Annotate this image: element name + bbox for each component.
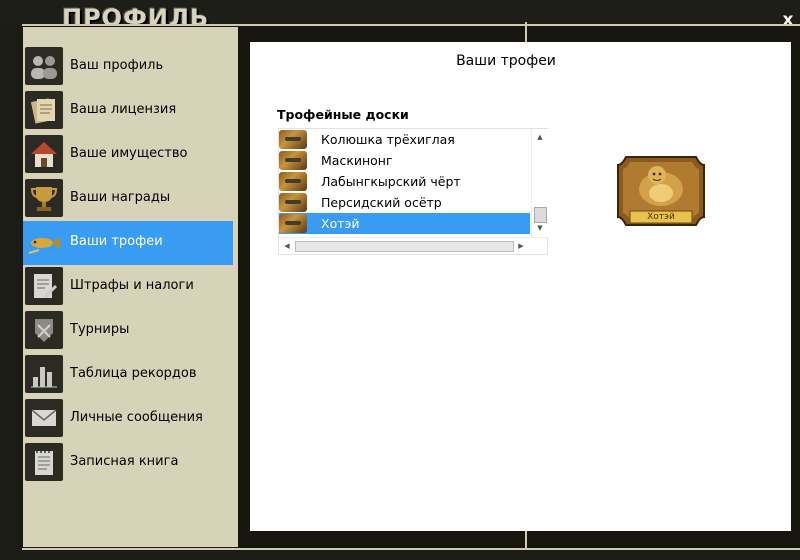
scrollbar-thumb[interactable] (534, 207, 547, 223)
sidebar-item-profile[interactable]: Ваш профиль (23, 45, 233, 89)
sidebar-item-trophies[interactable]: Ваши трофеи (23, 221, 233, 265)
frame-divider (22, 24, 525, 26)
trophy-preview: Хотэй (616, 153, 706, 229)
scroll-left-icon[interactable]: ◀ (282, 241, 292, 251)
sidebar-item-tournaments[interactable]: Турниры (23, 309, 233, 353)
notebook-icon (25, 443, 63, 481)
tournament-icon (25, 311, 63, 349)
sidebar-item-license[interactable]: Ваша лицензия (23, 89, 233, 133)
trophy-board-icon (279, 151, 307, 170)
sidebar-item-label: Таблица рекордов (70, 366, 197, 381)
sidebar-item-label: Ваши трофеи (70, 234, 163, 249)
list-item-label: Хотэй (321, 216, 360, 231)
trophy-list[interactable]: Колюшка трёхиглая Маскинонг Лабынгкырски… (278, 128, 548, 255)
vertical-scrollbar[interactable]: ▲ ▼ (531, 129, 548, 237)
title-bar: ПРОФИЛЬ x (0, 0, 800, 30)
cup-icon (25, 179, 63, 217)
sidebar-item-property[interactable]: Ваше имущество (23, 133, 233, 177)
sidebar-item-notebook[interactable]: Записная книга (23, 441, 233, 485)
trophy-board-icon (279, 214, 307, 233)
trophy-board-icon (279, 130, 307, 149)
list-item[interactable]: Лабынгкырский чёрт (279, 171, 530, 192)
sidebar-item-awards[interactable]: Ваши награды (23, 177, 233, 221)
list-item-label: Лабынгкырский чёрт (321, 174, 461, 189)
scroll-right-icon[interactable]: ▶ (516, 241, 526, 251)
sidebar-item-label: Личные сообщения (70, 410, 203, 425)
sidebar-item-label: Записная книга (70, 454, 179, 469)
page-title: Ваши трофеи (456, 53, 556, 69)
sidebar-item-fines[interactable]: Штрафы и налоги (23, 265, 233, 309)
list-item[interactable]: Колюшка трёхиглая (279, 129, 530, 150)
house-icon (25, 135, 63, 173)
content-panel: Ваши трофеи Трофейные доски Колюшка трёх… (250, 42, 791, 531)
list-item-selected[interactable]: Хотэй (279, 213, 530, 234)
list-item-label: Колюшка трёхиглая (321, 132, 455, 147)
frame-divider (22, 548, 800, 550)
sidebar-item-messages[interactable]: Личные сообщения (23, 397, 233, 441)
section-label: Трофейные доски (277, 107, 409, 122)
sidebar-item-label: Ваша лицензия (70, 102, 177, 117)
scroll-down-icon[interactable]: ▼ (535, 223, 545, 233)
list-item[interactable]: Маскинонг (279, 150, 530, 171)
sidebar-item-label: Ваши награды (70, 190, 171, 205)
sidebar-item-label: Турниры (70, 322, 130, 337)
sidebar: Ваш профиль Ваша лицензия Ваше имущество… (23, 27, 238, 547)
fish-icon (25, 223, 63, 261)
documents-icon (25, 91, 63, 129)
users-icon (25, 47, 63, 85)
sidebar-item-label: Ваше имущество (70, 146, 188, 161)
list-item-label: Маскинонг (321, 153, 393, 168)
sidebar-item-label: Штрафы и налоги (70, 278, 194, 293)
sidebar-item-label: Ваш профиль (70, 58, 164, 73)
sidebar-item-records[interactable]: Таблица рекордов (23, 353, 233, 397)
horizontal-scrollbar[interactable]: ◀ ▶ (279, 237, 547, 254)
trophy-board-icon (279, 193, 307, 212)
scroll-up-icon[interactable]: ▲ (535, 132, 545, 142)
list-item[interactable]: Персидский осётр (279, 192, 530, 213)
envelope-icon (25, 399, 63, 437)
fines-icon (25, 267, 63, 305)
frame-divider (527, 24, 800, 26)
records-icon (25, 355, 63, 393)
trophy-caption: Хотэй (647, 212, 675, 222)
scrollbar-thumb[interactable] (295, 241, 514, 252)
trophy-board-icon (279, 172, 307, 191)
list-item-label: Персидский осётр (321, 195, 442, 210)
